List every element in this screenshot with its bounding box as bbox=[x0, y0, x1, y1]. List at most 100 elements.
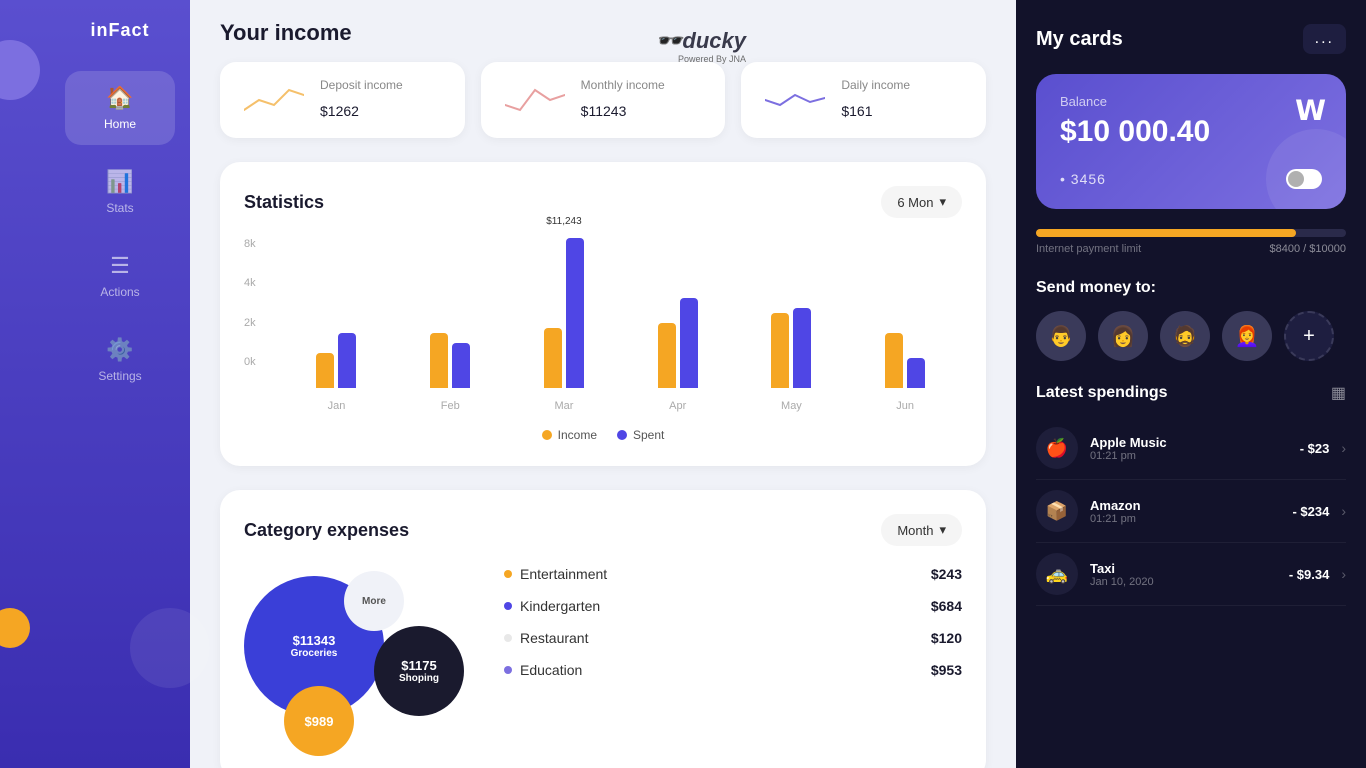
kindergarten-amount: $684 bbox=[931, 598, 962, 614]
label-jun: Jun bbox=[896, 400, 914, 412]
shopping-amount: $1175 bbox=[401, 658, 436, 673]
category-period-value: Month bbox=[897, 523, 933, 538]
sidebar-item-home[interactable]: 🏠 Home bbox=[65, 71, 175, 145]
panel-title: My cards bbox=[1036, 28, 1123, 51]
category-period-selector[interactable]: Month ▾ bbox=[881, 514, 962, 546]
left-decorative-panel bbox=[0, 0, 50, 768]
spent-dot bbox=[617, 430, 627, 440]
mar-tooltip: $11,243 bbox=[544, 216, 584, 227]
bar-feb-income bbox=[430, 333, 448, 388]
label-feb: Feb bbox=[441, 400, 460, 412]
balance-label: Balance bbox=[1060, 94, 1322, 109]
avatar-4[interactable]: 👩‍🦰 bbox=[1222, 311, 1272, 361]
apple-music-name: Apple Music bbox=[1090, 435, 1288, 450]
bar-apr-income bbox=[658, 323, 676, 388]
spending-item-taxi[interactable]: 🚕 Taxi Jan 10, 2020 - $9.34 › bbox=[1036, 543, 1346, 606]
spending-item-apple-music[interactable]: 🍎 Apple Music 01:21 pm - $23 › bbox=[1036, 417, 1346, 480]
sidebar-item-actions[interactable]: ☰ Actions bbox=[65, 239, 175, 313]
watermark-brand: 🕶️ducky bbox=[655, 28, 746, 54]
entertainment-amount: $243 bbox=[931, 566, 962, 582]
sidebar-item-stats[interactable]: 📊 Stats bbox=[65, 155, 175, 229]
bar-may-income bbox=[771, 313, 789, 388]
stats-title: Statistics bbox=[244, 192, 324, 213]
sidebar-label-stats: Stats bbox=[106, 201, 133, 215]
bubble-yellow: $989 bbox=[284, 686, 354, 756]
send-money-title: Send money to: bbox=[1036, 279, 1346, 297]
cat-name-education: Education bbox=[504, 662, 582, 678]
income-card-daily: Daily income $161 bbox=[741, 62, 986, 138]
deposit-label: Deposit income bbox=[320, 78, 403, 92]
spending-item-amazon[interactable]: 📦 Amazon 01:21 pm - $234 › bbox=[1036, 480, 1346, 543]
home-icon: 🏠 bbox=[106, 85, 133, 111]
watermark-sub: Powered By JNA bbox=[655, 54, 746, 64]
category-item-restaurant: Restaurant $120 bbox=[504, 630, 962, 646]
monthly-amount: $11243 bbox=[581, 96, 665, 122]
main-content: 🕶️ducky Powered By JNA Your income Depos… bbox=[190, 0, 1016, 768]
entertainment-dot bbox=[504, 570, 512, 578]
restaurant-amount: $120 bbox=[931, 630, 962, 646]
amazon-logo: 📦 bbox=[1036, 490, 1078, 532]
spendings-chart-button[interactable]: ▦ bbox=[1331, 383, 1346, 403]
deposit-amount: $1262 bbox=[320, 96, 403, 122]
limit-info: Internet payment limit $8400 / $10000 bbox=[1036, 243, 1346, 259]
daily-chart-icon bbox=[765, 80, 825, 120]
panel-header: My cards ... bbox=[1036, 24, 1346, 54]
period-selector-button[interactable]: 6 Mon ▾ bbox=[881, 186, 962, 218]
daily-amount: $161 bbox=[841, 96, 910, 122]
spendings-title: Latest spendings bbox=[1036, 384, 1168, 402]
bar-jun-income bbox=[885, 333, 903, 388]
category-item-kindergarten: Kindergarten $684 bbox=[504, 598, 962, 614]
sidebar-label-settings: Settings bbox=[98, 369, 141, 383]
settings-icon: ⚙️ bbox=[106, 337, 133, 363]
taxi-name: Taxi bbox=[1090, 561, 1277, 576]
category-body: $11343 Groceries More $1175 Shoping $989 bbox=[244, 566, 962, 756]
monthly-chart-icon bbox=[505, 80, 565, 120]
category-list: Entertainment $243 Kindergarten $684 Res… bbox=[504, 566, 962, 756]
bars-feb bbox=[430, 238, 470, 388]
taxi-logo: 🚕 bbox=[1036, 553, 1078, 595]
spent-legend-label: Spent bbox=[633, 428, 664, 442]
more-button[interactable]: ... bbox=[1303, 24, 1346, 54]
watermark: 🕶️ducky Powered By JNA bbox=[655, 28, 746, 64]
bar-feb-spent bbox=[452, 343, 470, 388]
avatar-1[interactable]: 👨 bbox=[1036, 311, 1086, 361]
chart-legend: Income Spent bbox=[244, 428, 962, 442]
apple-music-time: 01:21 pm bbox=[1090, 450, 1288, 462]
bank-card[interactable]: Balance $10 000.40 𝗪 • 3456 bbox=[1036, 74, 1346, 209]
sidebar-label-home: Home bbox=[104, 117, 136, 131]
deposit-chart-icon bbox=[244, 80, 304, 120]
sidebar-item-settings[interactable]: ⚙️ Settings bbox=[65, 323, 175, 397]
taxi-amount: - $9.34 bbox=[1289, 567, 1329, 582]
yellow-amount: $989 bbox=[305, 714, 334, 729]
bubble-chart: $11343 Groceries More $1175 Shoping $989 bbox=[244, 566, 484, 756]
chevron-down-icon-cat: ▾ bbox=[939, 522, 946, 538]
category-expenses-card: Category expenses Month ▾ $11343 Groceri… bbox=[220, 490, 986, 768]
card-toggle[interactable] bbox=[1286, 169, 1322, 189]
label-apr: Apr bbox=[669, 400, 686, 412]
chart-area: 0k 2k 4k 8k Jan bbox=[244, 238, 962, 412]
apple-music-info: Apple Music 01:21 pm bbox=[1090, 435, 1288, 462]
education-amount: $953 bbox=[931, 662, 962, 678]
add-contact-button[interactable]: + bbox=[1284, 311, 1334, 361]
y-label-0k: 0k bbox=[244, 356, 256, 368]
cat-name-kindergarten: Kindergarten bbox=[504, 598, 600, 614]
chart-group-jan: Jan bbox=[280, 238, 394, 412]
income-cards: Deposit income $1262 Monthly income $112… bbox=[220, 62, 986, 138]
more-label: More bbox=[362, 596, 386, 607]
groceries-label: Groceries bbox=[291, 648, 338, 659]
chevron-right-icon-amazon: › bbox=[1341, 503, 1346, 519]
spendings-header: Latest spendings ▦ bbox=[1036, 383, 1346, 403]
chart-group-apr: Apr bbox=[621, 238, 735, 412]
avatar-3[interactable]: 🧔 bbox=[1160, 311, 1210, 361]
bars-jun bbox=[885, 238, 925, 388]
daily-label: Daily income bbox=[841, 78, 910, 92]
bar-jan-income bbox=[316, 353, 334, 388]
chart-group-mar: $11,243 Mar bbox=[507, 238, 621, 412]
income-dot bbox=[542, 430, 552, 440]
limit-bar-bg bbox=[1036, 229, 1346, 237]
avatar-2[interactable]: 👩 bbox=[1098, 311, 1148, 361]
chevron-right-icon-apple: › bbox=[1341, 440, 1346, 456]
bar-chart: Jan Feb $11,243 Mar bbox=[280, 238, 962, 412]
chart-group-may: May bbox=[735, 238, 849, 412]
bar-jan-spent bbox=[338, 333, 356, 388]
